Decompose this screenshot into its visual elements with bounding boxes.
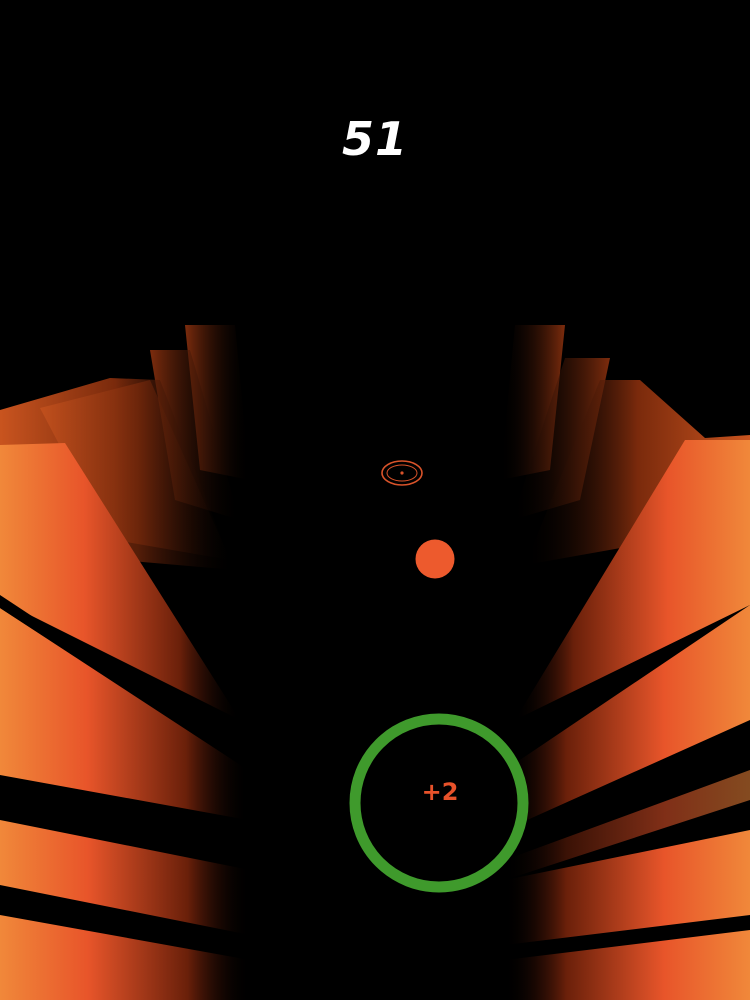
right-wall <box>500 325 750 1000</box>
score-counter: 51 <box>341 112 408 166</box>
game-canvas[interactable]: 51 +2 <box>0 0 750 1000</box>
orange-ball <box>415 539 455 579</box>
aim-reticle-icon <box>381 460 423 486</box>
target-bonus-label: +2 <box>421 778 459 806</box>
left-wall <box>0 325 250 1000</box>
